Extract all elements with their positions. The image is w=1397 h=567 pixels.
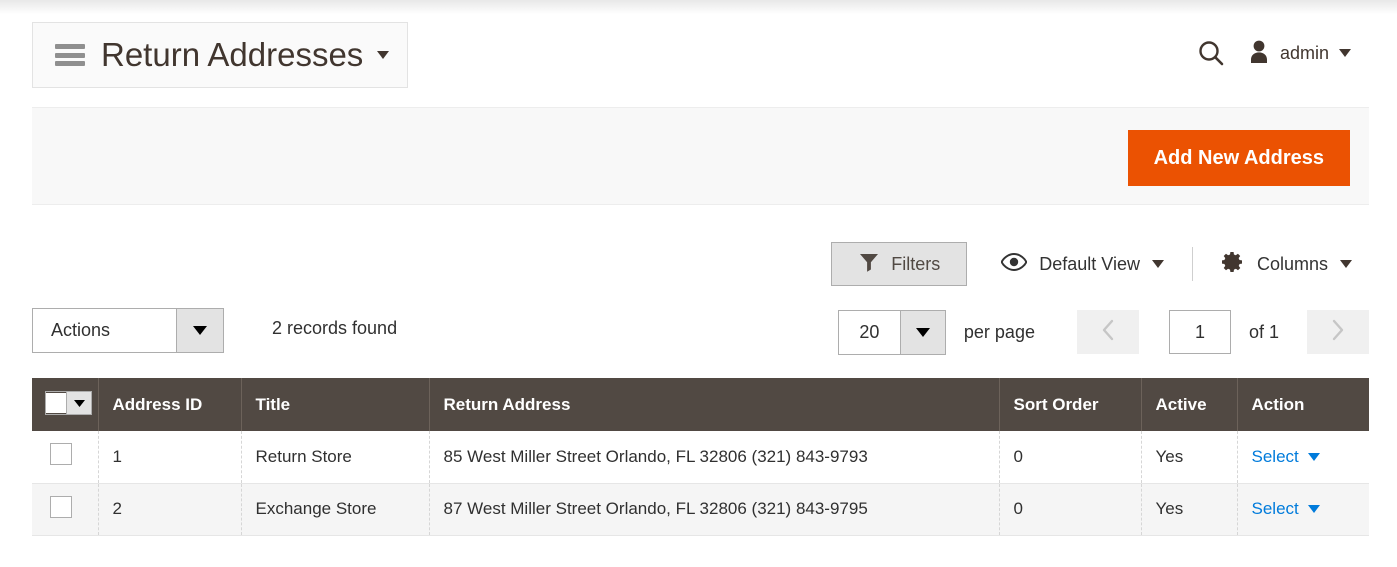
chevron-left-icon (1101, 319, 1115, 346)
cell-return-address: 87 West Miller Street Orlando, FL 32806 … (429, 483, 1000, 536)
cell-return-address: 85 West Miller Street Orlando, FL 32806 … (429, 431, 1000, 484)
column-header-address-id[interactable]: Address ID (98, 378, 242, 431)
row-checkbox[interactable] (50, 443, 72, 466)
page-top-strip (0, 0, 1397, 14)
grid-controls: Actions 2 records found 20 per page 1 of… (32, 308, 1369, 356)
toolbar-divider (1191, 247, 1193, 281)
add-new-address-button[interactable]: Add New Address (1127, 130, 1350, 186)
page-number-input[interactable]: 1 (1168, 310, 1231, 354)
actions-dropdown-caret[interactable] (176, 309, 223, 352)
column-header-sort-order[interactable]: Sort Order (999, 378, 1142, 431)
pager: 20 per page 1 of 1 (837, 308, 1369, 356)
row-select-cell (32, 431, 99, 484)
return-addresses-table: Address ID Title Return Address Sort Ord… (32, 378, 1369, 536)
header-actions: admin (1196, 38, 1351, 68)
default-view-label: Default View (1039, 253, 1140, 274)
grid-toolbar-controls: Filters Default View Columns (831, 240, 1352, 288)
per-page-dropdown[interactable]: 20 (837, 309, 946, 355)
grid-toolbar: Filters Default View Columns (32, 240, 1369, 288)
page-total-label: of 1 (1248, 321, 1279, 342)
columns-label: Columns (1256, 253, 1328, 274)
table-header-row: Address ID Title Return Address Sort Ord… (32, 378, 1369, 431)
cell-active: Yes (1141, 431, 1238, 484)
eye-icon (1000, 252, 1028, 276)
cell-sort-order: 0 (999, 483, 1142, 536)
per-page-value: 20 (859, 321, 880, 342)
filters-label: Filters (891, 253, 941, 274)
cell-address-id: 1 (98, 431, 242, 484)
row-select-action[interactable]: Select (1252, 447, 1320, 467)
select-all-dropdown-caret[interactable] (66, 392, 91, 414)
cell-title: Exchange Store (241, 483, 430, 536)
chevron-down-icon[interactable] (1339, 49, 1351, 57)
per-page-dropdown-caret[interactable] (899, 310, 945, 354)
row-checkbox[interactable] (50, 495, 72, 518)
gear-icon (1221, 250, 1245, 279)
chevron-down-icon[interactable] (377, 51, 390, 59)
page-header: Return Addresses admin (32, 22, 1369, 92)
row-select-action-label: Select (1251, 446, 1299, 466)
page-title-box[interactable]: Return Addresses (32, 22, 409, 88)
cell-action: Select (1237, 483, 1369, 536)
select-all-header (32, 378, 99, 431)
chevron-right-icon (1331, 319, 1345, 346)
table-row[interactable]: 2 Exchange Store 87 West Miller Street O… (32, 483, 1369, 536)
cell-active: Yes (1141, 483, 1238, 536)
chevron-down-icon (1307, 505, 1320, 513)
column-header-return-address[interactable]: Return Address (429, 378, 1000, 431)
row-select-cell (32, 483, 99, 536)
column-header-action: Action (1237, 378, 1369, 431)
column-header-title[interactable]: Title (241, 378, 430, 431)
user-icon (1248, 39, 1270, 68)
cell-title: Return Store (241, 431, 430, 484)
user-menu[interactable]: admin (1248, 39, 1351, 68)
actions-dropdown[interactable]: Actions (32, 308, 224, 353)
default-view-button[interactable]: Default View (1000, 242, 1164, 286)
next-page-button[interactable] (1307, 310, 1369, 354)
cell-address-id: 2 (98, 483, 242, 536)
search-icon[interactable] (1196, 38, 1226, 68)
table-row[interactable]: 1 Return Store 85 West Miller Street Orl… (32, 431, 1369, 484)
column-header-active[interactable]: Active (1141, 378, 1238, 431)
chevron-down-icon (1340, 260, 1352, 268)
filters-button[interactable]: Filters (831, 242, 968, 286)
actions-label: Actions (51, 320, 111, 340)
records-found-label: 2 records found (272, 318, 398, 338)
columns-button[interactable]: Columns (1221, 242, 1352, 286)
row-select-action-label: Select (1251, 499, 1299, 518)
funnel-icon (858, 251, 880, 278)
row-select-action[interactable]: Select (1252, 499, 1320, 519)
page-title: Return Addresses (101, 36, 364, 73)
hamburger-icon[interactable] (55, 44, 85, 66)
previous-page-button[interactable] (1076, 310, 1139, 354)
cell-action: Select (1237, 431, 1369, 484)
chevron-down-icon (1307, 452, 1320, 461)
select-all-checkbox[interactable] (46, 393, 66, 413)
user-name: admin (1279, 42, 1329, 63)
page-action-bar: Add New Address (32, 107, 1369, 205)
chevron-down-icon (1151, 260, 1164, 268)
per-page-label: per page (963, 321, 1035, 342)
cell-sort-order: 0 (999, 431, 1142, 484)
